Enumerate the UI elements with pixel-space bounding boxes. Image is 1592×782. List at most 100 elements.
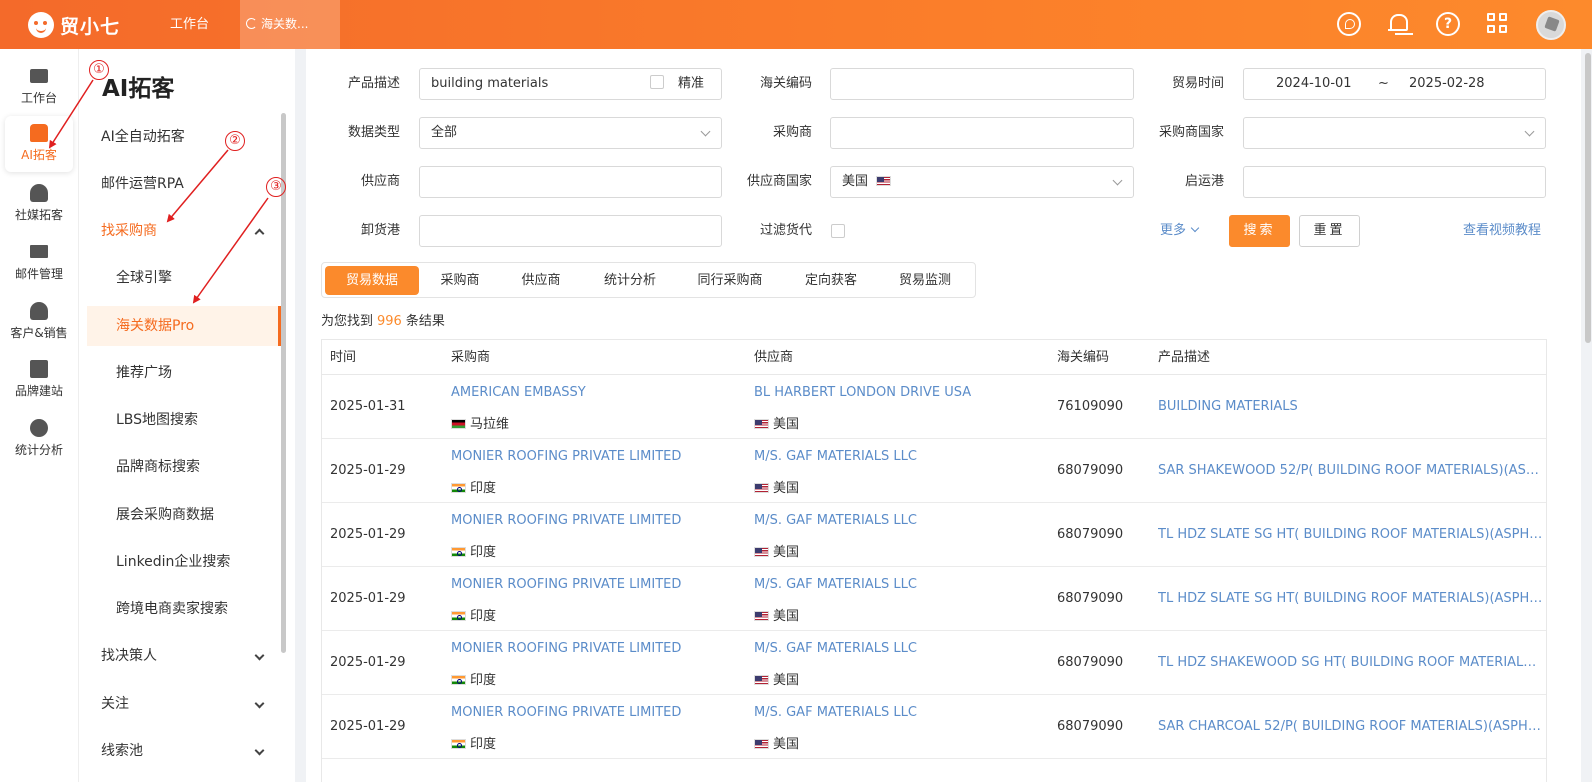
filter-forwarder-checkbox[interactable] (831, 224, 845, 238)
top-tab-workbench[interactable]: 工作台 (170, 0, 209, 49)
trade-date-range[interactable]: 2024-10-01 ~ 2025-02-28 (1243, 68, 1546, 100)
supplier-country-label: 供应商国家 (746, 174, 812, 189)
date-from[interactable]: 2024-10-01 (1276, 69, 1352, 99)
product-desc-input[interactable]: building materials 精准 (419, 68, 722, 100)
chevron-down-icon (254, 745, 265, 756)
rail-item-social[interactable]: 社媒拓客 (5, 176, 73, 232)
help-icon[interactable]: ? (1436, 12, 1460, 36)
row-buyer-link[interactable]: AMERICAN EMBASSY (451, 385, 586, 400)
supplier-input[interactable] (419, 166, 722, 198)
origin-port-input[interactable] (1243, 166, 1546, 198)
row-buyer-link[interactable]: MONIER ROOFING PRIVATE LIMITED (451, 577, 681, 592)
row-date: 2025-01-29 (330, 719, 406, 734)
buyer-input[interactable] (830, 117, 1134, 149)
page-scrollbar[interactable] (1585, 53, 1591, 343)
nav-item-recommend[interactable]: 推荐广场 (87, 353, 281, 393)
row-buyer-country: 印度 (451, 541, 496, 560)
reset-button[interactable]: 重置 (1299, 215, 1360, 247)
row-product-desc[interactable]: BUILDING MATERIALS (1158, 399, 1544, 414)
row-supplier-link[interactable]: BL HARBERT LONDON DRIVE USA (754, 385, 971, 400)
row-supplier-link[interactable]: M/S. GAF MATERIALS LLC (754, 577, 917, 592)
exact-checkbox[interactable] (650, 75, 664, 89)
data-type-select[interactable]: 全部 (419, 117, 722, 149)
row-product-desc[interactable]: TL HDZ SLATE SG HT( BUILDING ROOF MATERI… (1158, 591, 1544, 606)
nav-item-trademark[interactable]: 品牌商标搜索 (87, 447, 281, 487)
top-tab-customs-data[interactable]: 海关数... (240, 0, 340, 49)
rail-item-label: AI拓客 (21, 148, 57, 162)
row-buyer-link[interactable]: MONIER ROOFING PRIVATE LIMITED (451, 641, 681, 656)
row-product-desc[interactable]: SAR CHARCOAL 52/P( BUILDING ROOF MATERIA… (1158, 719, 1544, 734)
avatar[interactable] (1536, 10, 1566, 40)
rail-item-brand-site[interactable]: 品牌建站 (5, 352, 73, 408)
tab-trade-data[interactable]: 贸易数据 (325, 266, 419, 295)
row-supplier-link[interactable]: M/S. GAF MATERIALS LLC (754, 705, 917, 720)
tab-peer-buyers[interactable]: 同行采购商 (684, 266, 776, 295)
rail-item-ai-prospecting[interactable]: AI拓客 (5, 116, 73, 172)
nav-item-decision-maker[interactable]: 找决策人 (87, 636, 281, 676)
exact-match-toggle[interactable]: 精准 (650, 69, 704, 99)
nav-item-lead-pool[interactable]: 线索池 (87, 731, 281, 771)
tab-targeted[interactable]: 定向获客 (791, 266, 871, 295)
nav-item-lbs-map[interactable]: LBS地图搜索 (87, 400, 281, 440)
rail-item-workbench[interactable]: 工作台 (5, 59, 73, 115)
hs-code-input[interactable] (830, 68, 1134, 100)
nav-item-global-engine[interactable]: 全球引擎 (87, 258, 281, 298)
supplier-label: 供应商 (360, 174, 400, 189)
nav-item-customs-data-pro[interactable]: 海关数据Pro (87, 306, 281, 346)
nav-item-ecommerce[interactable]: 跨境电商卖家搜索 (87, 589, 281, 629)
row-product-desc[interactable]: SAR SHAKEWOOD 52/P( BUILDING ROOF MATERI… (1158, 463, 1544, 478)
tab-trade-monitor[interactable]: 贸易监测 (885, 266, 965, 295)
row-product-desc[interactable]: TL HDZ SLATE SG HT( BUILDING ROOF MATERI… (1158, 527, 1544, 542)
rail-item-mail[interactable]: 邮件管理 (5, 235, 73, 291)
dest-port-input[interactable] (419, 215, 722, 247)
row-buyer-link[interactable]: MONIER ROOFING PRIVATE LIMITED (451, 705, 681, 720)
row-supplier-link[interactable]: M/S. GAF MATERIALS LLC (754, 513, 917, 528)
col-supplier: 供应商 (754, 350, 794, 365)
rail-item-statistics[interactable]: 统计分析 (5, 411, 73, 467)
supplier-country-text: 美国 (773, 417, 800, 432)
apps-grid-icon[interactable] (1486, 12, 1510, 36)
table-row[interactable]: 2025-01-29 MONIER ROOFING PRIVATE LIMITED… (322, 567, 1546, 631)
nav-item-label: 关注 (101, 696, 129, 712)
table-row[interactable]: 2025-01-29 MONIER ROOFING PRIVATE LIMITED… (322, 631, 1546, 695)
bell-icon[interactable] (1386, 12, 1410, 36)
trade-time-label: 贸易时间 (1171, 76, 1224, 91)
table-row[interactable]: 2025-01-29 MONIER ROOFING PRIVATE LIMITED… (322, 503, 1546, 567)
nav-item-find-buyers[interactable]: 找采购商 (87, 211, 281, 251)
table-row[interactable]: 2025-01-31 AMERICAN EMBASSY 马拉维 BL HARBERT … (322, 375, 1546, 439)
buyer-country-text: 印度 (470, 481, 497, 496)
row-supplier-link[interactable]: M/S. GAF MATERIALS LLC (754, 449, 917, 464)
search-button[interactable]: 搜索 (1229, 215, 1290, 247)
tab-statistics[interactable]: 统计分析 (590, 266, 670, 295)
more-filters-toggle[interactable]: 更多 (1160, 215, 1200, 247)
row-product-desc[interactable]: TL HDZ SHAKEWOOD SG HT( BUILDING ROOF MA… (1158, 655, 1544, 670)
nav-item-ai-auto[interactable]: AI全自动拓客 (87, 117, 281, 157)
subnav-title: AI拓客 (102, 76, 175, 102)
supplier-country-text: 美国 (773, 609, 800, 624)
table-row[interactable]: 2025-01-29 MONIER ROOFING PRIVATE LIMITED… (322, 439, 1546, 503)
table-row[interactable]: 2025-01-29 MONIER ROOFING PRIVATE LIMITED… (322, 695, 1546, 759)
col-hs-code: 海关编码 (1057, 350, 1110, 365)
buyer-country-select[interactable] (1243, 117, 1546, 149)
nav-item-mail-rpa[interactable]: 邮件运营RPA (87, 164, 281, 204)
more-label: 更多 (1160, 223, 1187, 238)
date-to[interactable]: 2025-02-28 (1409, 69, 1485, 99)
top-bar: 贸小七 工作台 海关数... ? (0, 0, 1592, 49)
chevron-down-icon (700, 126, 711, 137)
row-supplier-link[interactable]: M/S. GAF MATERIALS LLC (754, 641, 917, 656)
buyer-label: 采购商 (772, 125, 812, 140)
rail-item-label: 邮件管理 (14, 267, 63, 281)
tab-buyers[interactable]: 采购商 (426, 266, 494, 295)
tab-suppliers[interactable]: 供应商 (507, 266, 575, 295)
row-buyer-link[interactable]: MONIER ROOFING PRIVATE LIMITED (451, 449, 681, 464)
rail-item-customers-sales[interactable]: 客户&销售 (5, 294, 73, 350)
buyer-country-label: 采购商国家 (1158, 125, 1224, 140)
app-logo[interactable]: 贸小七 (28, 10, 120, 40)
nav-item-follow[interactable]: 关注 (87, 684, 281, 724)
nav-item-exhibition[interactable]: 展会采购商数据 (87, 495, 281, 535)
row-buyer-link[interactable]: MONIER ROOFING PRIVATE LIMITED (451, 513, 681, 528)
whatsapp-icon[interactable] (1337, 12, 1361, 36)
nav-item-linkedin[interactable]: Linkedin企业搜索 (87, 542, 281, 582)
supplier-country-select[interactable]: 美国 (830, 166, 1134, 198)
video-tutorial-link[interactable]: 查看视频教程 (1463, 215, 1541, 247)
